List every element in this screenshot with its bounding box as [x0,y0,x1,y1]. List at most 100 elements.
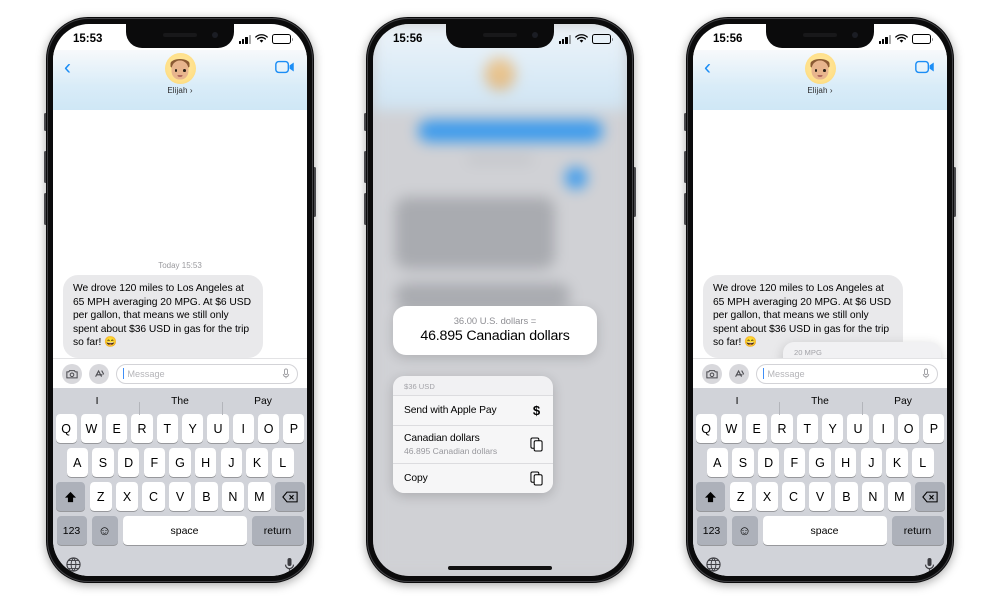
key-e[interactable]: E [106,414,128,443]
key-f[interactable]: F [783,448,806,477]
key-i[interactable]: I [872,414,894,443]
key-u[interactable]: U [847,414,869,443]
camera-icon[interactable] [62,363,82,384]
numbers-key[interactable]: 123 [56,516,87,545]
key-p[interactable]: P [283,414,305,443]
emoji-key[interactable]: ☺ [91,516,118,545]
key-d[interactable]: D [117,448,140,477]
globe-icon[interactable] [65,556,81,572]
key-k[interactable]: K [886,448,908,477]
key-t[interactable]: T [156,414,178,443]
key-q[interactable]: Q [55,414,77,443]
key-q[interactable]: Q [695,414,717,443]
prediction-1[interactable]: The [778,396,862,415]
facetime-video-icon[interactable] [915,60,935,74]
key-t[interactable]: T [796,414,818,443]
menu-item-send-apple-pay[interactable]: Send with Apple Pay $ [393,395,553,425]
prediction-apple-pay[interactable]: Pay [861,396,945,415]
app-store-icon[interactable] [89,363,109,384]
message-bubble-incoming[interactable]: We drove 120 miles to Los Angeles at 65 … [63,275,263,358]
phone-2-screen: 15:56 36.00 U.S. dollars = 46.895 Canadi… [373,24,627,576]
key-x[interactable]: X [115,482,139,511]
menu-item-canadian-dollars[interactable]: Canadian dollars 46.895 Canadian dollars [393,425,553,463]
key-l[interactable]: L [912,448,934,477]
backspace-key[interactable] [914,482,945,511]
prediction-1[interactable]: The [138,396,222,415]
space-key[interactable]: space [762,516,887,545]
space-key[interactable]: space [122,516,247,545]
key-y[interactable]: Y [182,414,204,443]
key-e[interactable]: E [746,414,768,443]
return-key[interactable]: return [891,516,944,545]
key-p[interactable]: P [923,414,945,443]
contact-info[interactable]: Elijah › [164,50,196,95]
key-a[interactable]: A [706,448,728,477]
key-f[interactable]: F [143,448,166,477]
shift-key[interactable] [55,482,86,511]
key-s[interactable]: S [732,448,754,477]
dictation-microphone-icon[interactable] [284,557,295,572]
menu-item-copy[interactable]: Copy [393,462,553,493]
camera-icon[interactable] [702,363,722,384]
key-c[interactable]: C [142,482,165,511]
key-c[interactable]: C [782,482,805,511]
key-b[interactable]: B [835,482,858,511]
key-j[interactable]: J [860,448,883,477]
key-r[interactable]: R [131,414,153,443]
key-y[interactable]: Y [822,414,844,443]
key-j[interactable]: J [220,448,243,477]
key-o[interactable]: O [258,414,280,443]
key-u[interactable]: U [207,414,229,443]
message-input-field[interactable]: Message [116,363,298,384]
key-v[interactable]: V [168,482,192,511]
key-w[interactable]: W [720,414,742,443]
message-input-field[interactable]: Message [756,363,938,384]
key-d[interactable]: D [757,448,780,477]
key-n[interactable]: N [221,482,245,511]
dictation-microphone-icon[interactable] [924,557,935,572]
contact-name: Elijah › [167,86,193,95]
key-a[interactable]: A [66,448,88,477]
key-s[interactable]: S [92,448,114,477]
shift-key[interactable] [695,482,726,511]
app-store-icon[interactable] [729,363,749,384]
memoji-avatar[interactable] [164,53,196,84]
cellular-signal-icon [878,34,891,44]
key-o[interactable]: O [898,414,920,443]
microphone-icon[interactable] [922,368,930,379]
key-z[interactable]: Z [729,482,752,511]
key-h[interactable]: H [834,448,857,477]
key-b[interactable]: B [195,482,218,511]
microphone-icon[interactable] [282,368,290,379]
key-i[interactable]: I [232,414,254,443]
menu-item-label: Canadian dollars [404,433,480,444]
keyboard-row-2: A S D F G H J K L [56,448,305,477]
key-r[interactable]: R [771,414,793,443]
globe-icon[interactable] [705,556,721,572]
prediction-apple-pay[interactable]: Pay [221,396,305,415]
predictive-bar: I The Pay [696,388,945,415]
prediction-0[interactable]: I [696,396,779,407]
numbers-key[interactable]: 123 [696,516,727,545]
facetime-video-icon[interactable] [275,60,295,74]
back-button[interactable]: ‹ [64,57,71,78]
key-k[interactable]: K [246,448,268,477]
key-m[interactable]: M [248,482,271,511]
memoji-avatar[interactable] [804,53,836,84]
key-h[interactable]: H [194,448,217,477]
emoji-key[interactable]: ☺ [731,516,758,545]
prediction-0[interactable]: I [56,396,139,407]
contact-info[interactable]: Elijah › [804,50,836,95]
key-x[interactable]: X [755,482,779,511]
key-m[interactable]: M [888,482,911,511]
key-l[interactable]: L [272,448,294,477]
key-w[interactable]: W [80,414,102,443]
back-button[interactable]: ‹ [704,57,711,78]
key-g[interactable]: G [169,448,191,477]
key-z[interactable]: Z [89,482,112,511]
key-n[interactable]: N [861,482,885,511]
key-v[interactable]: V [808,482,832,511]
key-g[interactable]: G [809,448,831,477]
backspace-key[interactable] [274,482,305,511]
return-key[interactable]: return [251,516,304,545]
